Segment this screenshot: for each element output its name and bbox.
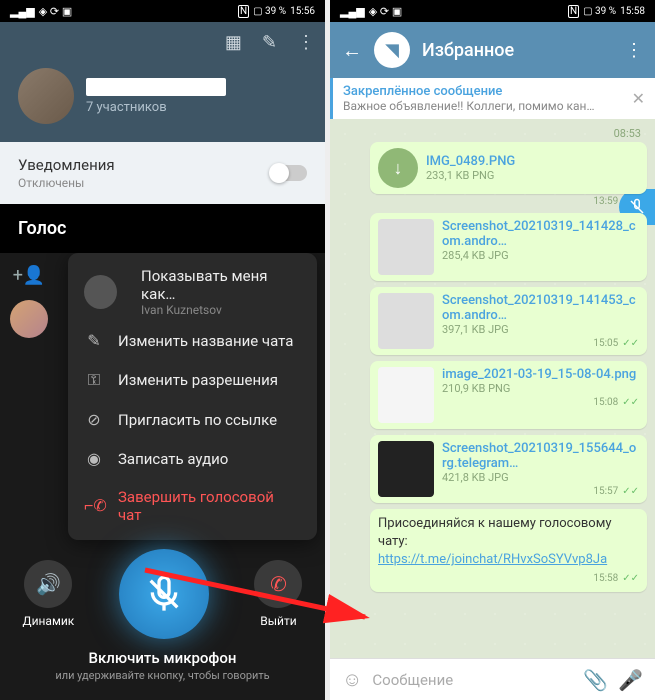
menu-edit-title[interactable]: ✎Изменить название чата [68,321,317,360]
image-message[interactable]: Screenshot_20210319_141453_com.andro… 39… [370,287,647,355]
link-icon: ⊘ [84,410,104,429]
more-icon[interactable]: ⋮ [297,32,315,53]
image-message[interactable]: image_2021-03-19_15-08-04.png 210,9 KB P… [370,361,647,429]
clock: 15:58 [620,6,645,17]
image-thumbnail[interactable] [378,367,434,423]
notifications-row[interactable]: Уведомления Отключены [0,142,325,204]
more-icon[interactable]: ⋮ [625,40,643,61]
notifications-label: Уведомления [18,156,115,174]
status-icons: ◈ ⟳ ▣ [39,5,73,18]
message-time: 15:58 [593,573,618,584]
pinned-title: Закреплённое сообщение [343,84,632,99]
group-name [86,78,226,96]
close-icon[interactable]: ✕ [632,89,645,108]
invite-link[interactable]: https://t.me/joinchat/RHvxSoSYVvp8Ja [378,552,607,567]
group-info[interactable]: 7 участников [0,58,325,142]
emoji-icon[interactable]: ☺ [342,667,362,692]
file-name: Screenshot_20210319_141453_com.andro… [442,293,639,323]
message-time: 15:57 [593,486,618,497]
image-message[interactable]: Screenshot_20210319_155644_org.telegram…… [370,435,647,503]
menu-record[interactable]: ◉Записать аудио [68,439,317,478]
announce-icon[interactable]: ▦ [225,32,242,53]
menu-end-chat[interactable]: ⌐✆Завершить голосовой чат [68,478,317,534]
status-bar: ◈ ⟳ ▣ N ▢ 39 % 15:58 [330,0,655,22]
menu-permissions[interactable]: ⚿Изменить разрешения [68,360,317,400]
file-name: Screenshot_20210319_155644_org.telegram… [442,441,639,471]
image-thumbnail[interactable] [378,441,434,497]
mic-hint-title: Включить микрофон [55,649,269,667]
chat-title[interactable]: Избранное [422,40,613,61]
leave-button[interactable]: ✆ Выйти [254,560,302,628]
image-message[interactable]: Screenshot_20210319_141428_com.andro… 28… [370,213,647,281]
message-time: 13:59✓✓ [370,196,639,207]
file-name: Screenshot_20210319_141428_com.andro… [442,219,639,249]
avatar [84,275,117,309]
message-time: 08:53 [370,125,647,142]
mic-button[interactable] [119,549,209,639]
pinned-preview: Важное объявление!! Коллеги, помимо кан… [343,99,632,113]
download-icon[interactable]: ↓ [378,148,418,188]
file-meta: 285,4 KB JPG [442,249,639,262]
file-meta: 421,8 KB JPG [442,471,639,484]
file-name: image_2021-03-19_15-08-04.png [442,367,639,382]
mic-hint-sub: или удерживайте кнопку, чтобы говорить [55,669,269,682]
hangup-icon: ✆ [254,560,302,608]
nfc-icon: N [568,5,579,18]
image-thumbnail[interactable] [378,293,434,349]
menu-invite-link[interactable]: ⊘Пригласить по ссылке [68,400,317,439]
attach-icon[interactable]: 📎 [583,668,608,692]
speaker-button[interactable]: 🔊 Динамик [23,560,75,628]
message-input[interactable]: Сообщение [372,671,573,689]
group-avatar[interactable] [18,68,74,124]
battery: ▢ 39 % [253,6,286,17]
speaker-icon: 🔊 [24,560,72,608]
context-menu: Показывать меня как… Ivan Kuznetsov ✎Изм… [68,253,317,540]
chat-messages[interactable]: 08:53 ↓ IMG_0489.PNG 233,1 KB PNG 13:59✓… [330,119,655,658]
menu-show-as[interactable]: Показывать меня как… Ivan Kuznetsov [68,259,317,321]
notifications-status: Отключены [18,176,115,190]
status-icons: ◈ ⟳ ▣ [369,5,403,18]
saved-bookmark-icon[interactable]: ◥ [374,32,410,68]
signal-icon [10,5,35,18]
key-icon: ⚿ [84,370,104,390]
image-thumbnail[interactable] [378,219,434,275]
mic-icon[interactable]: 🎤 [618,668,643,692]
message-time: 15:08 [593,397,618,408]
group-header-actions: ▦ ✎ ⋮ [0,22,325,58]
message-time: 15:05 [593,338,618,349]
chat-header: ← ◥ Избранное ⋮ [330,22,655,78]
clock: 15:56 [290,6,315,17]
voice-chat-title: Голос [0,204,325,253]
pinned-message[interactable]: Закреплённое сообщение Важное объявление… [330,78,655,119]
file-meta: 397,1 KB JPG [442,323,639,336]
mic-off-icon [144,574,184,614]
add-participant-icon[interactable]: +👤 [13,265,46,286]
file-message[interactable]: ↓ IMG_0489.PNG 233,1 KB PNG [370,142,647,194]
file-name: IMG_0489.PNG [426,154,639,169]
signal-icon [340,5,365,18]
group-subtitle: 7 участников [86,100,226,115]
menu-show-as-label: Показывать меня как… [141,267,301,303]
record-icon: ◉ [84,449,104,468]
notifications-toggle[interactable] [271,165,307,181]
text-message[interactable]: Присоединяйся к нашему голосовому чату: … [370,509,647,592]
pencil-icon: ✎ [84,331,104,350]
message-input-bar: ☺ Сообщение 📎 🎤 [330,658,655,700]
file-meta: 210,9 KB PNG [442,382,639,395]
edit-icon[interactable]: ✎ [262,32,277,53]
menu-show-as-sub: Ivan Kuznetsov [141,303,301,317]
battery: ▢ 39 % [583,6,616,17]
back-arrow-icon[interactable]: ← [342,38,362,63]
status-bar: ◈ ⟳ ▣ N ▢ 39 % 15:56 [0,0,325,22]
hangup-icon: ⌐✆ [84,496,104,516]
file-meta: 233,1 KB PNG [426,169,639,182]
nfc-icon: N [238,5,249,18]
participant-avatar[interactable] [10,300,48,338]
